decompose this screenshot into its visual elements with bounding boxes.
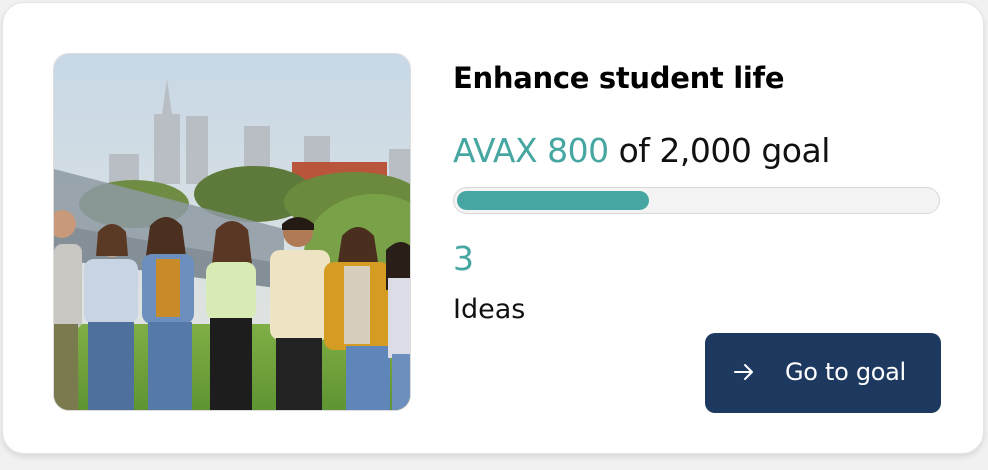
- goal-title: Enhance student life: [453, 61, 785, 95]
- arrow-right-icon: [734, 364, 753, 380]
- ideas-label: Ideas: [453, 294, 526, 325]
- goal-amount: AVAX 800 of 2,000 goal: [453, 131, 830, 170]
- progress-bar: [453, 187, 940, 214]
- ideas-count: 3: [453, 239, 474, 278]
- goal-photo: [53, 53, 411, 411]
- goal-target: of 2,000 goal: [618, 131, 831, 170]
- go-to-goal-button[interactable]: Go to goal: [705, 333, 941, 413]
- goal-card: Enhance student life AVAX 800 of 2,000 g…: [2, 2, 984, 454]
- go-to-goal-label: Go to goal: [785, 358, 906, 386]
- raised-amount: AVAX 800: [453, 131, 609, 170]
- progress-fill: [457, 191, 649, 210]
